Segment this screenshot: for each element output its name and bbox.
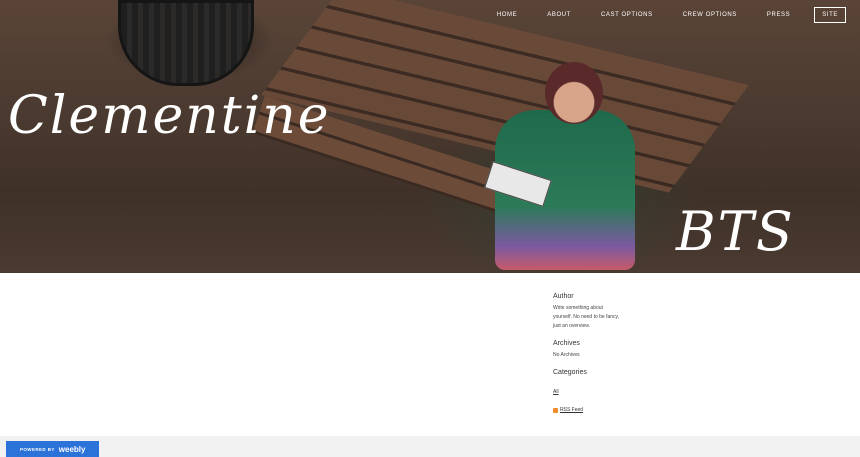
archives-section: Archives No Archives	[553, 340, 623, 360]
hero-banner: Clementine BTS HOME ABOUT CAST OPTIONS C…	[0, 0, 860, 273]
category-all-link[interactable]: All	[553, 389, 559, 395]
weebly-badge[interactable]: POWERED BY weebly	[6, 441, 99, 457]
categories-title: Categories	[553, 369, 587, 376]
archives-text: No Archives	[553, 352, 580, 358]
powered-by-text: POWERED BY	[20, 446, 55, 452]
nav-about[interactable]: ABOUT	[547, 12, 571, 18]
blog-sidebar: Author Write something about yourself. N…	[553, 293, 623, 413]
categories-section: Categories All	[553, 369, 623, 398]
author-section: Author Write something about yourself. N…	[553, 293, 623, 331]
main-nav: HOME ABOUT CAST OPTIONS CREW OPTIONS PRE…	[467, 6, 846, 24]
hero-title-left: Clementine	[8, 86, 331, 146]
nav-cast-options[interactable]: CAST OPTIONS	[601, 12, 653, 18]
person-head-image	[545, 62, 603, 124]
author-title: Author	[553, 293, 574, 300]
nav-crew-options[interactable]: CREW OPTIONS	[683, 12, 737, 18]
nav-home[interactable]: HOME	[497, 12, 517, 18]
fire-pit-image	[118, 0, 254, 86]
nav-site-button[interactable]: SITE	[814, 7, 846, 23]
weebly-logo: weebly	[58, 444, 86, 454]
hero-title-right: BTS	[676, 200, 795, 263]
footer	[0, 436, 860, 457]
author-text: Write something about yourself. No need …	[553, 305, 620, 329]
rss-icon	[553, 407, 558, 413]
rss-feed[interactable]: RSS Feed	[553, 407, 623, 413]
archives-title: Archives	[553, 340, 580, 347]
nav-press[interactable]: PRESS	[767, 12, 790, 18]
rss-feed-link[interactable]: RSS Feed	[560, 407, 583, 413]
